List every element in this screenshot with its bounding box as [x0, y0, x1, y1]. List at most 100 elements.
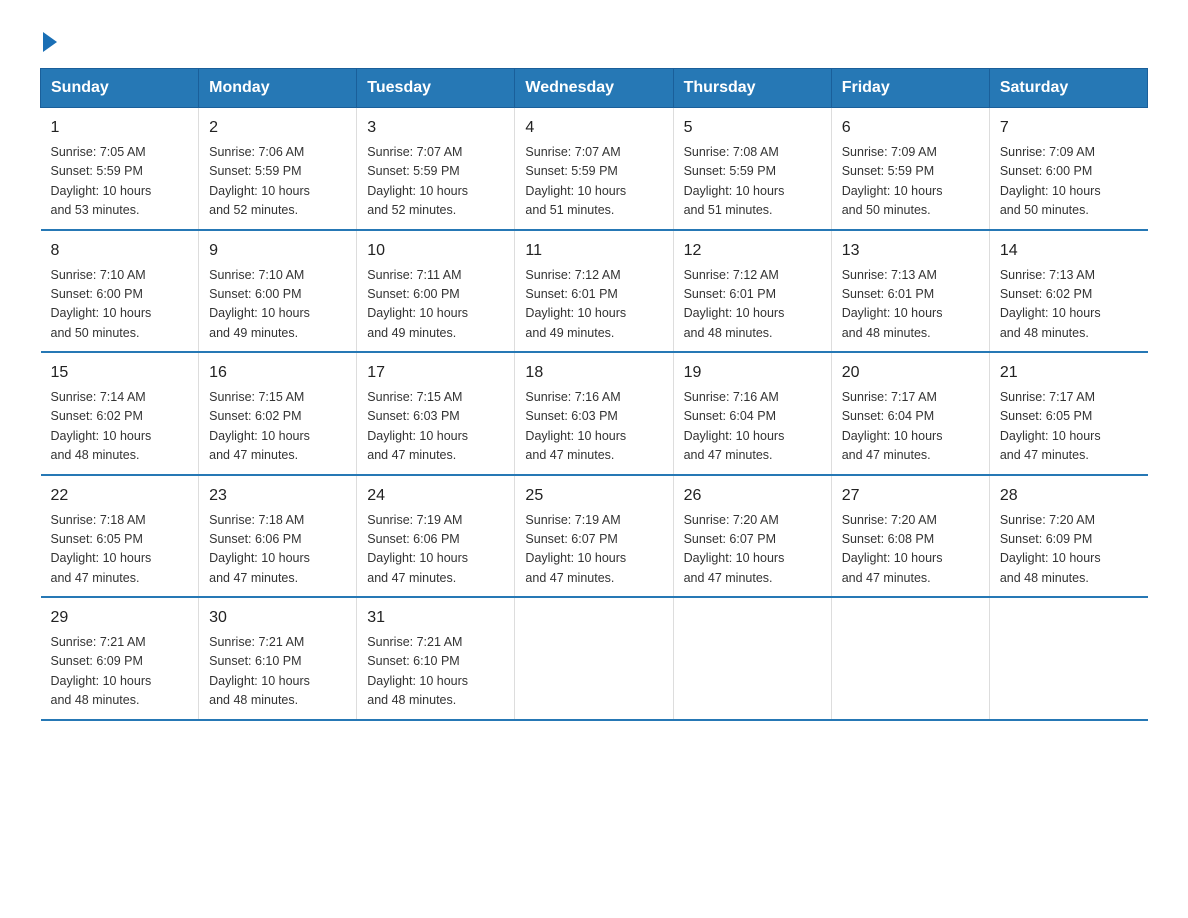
- day-info: Sunrise: 7:08 AM Sunset: 5:59 PM Dayligh…: [684, 143, 821, 221]
- logo: [40, 30, 57, 48]
- day-number: 21: [1000, 361, 1138, 385]
- calendar-cell: 15 Sunrise: 7:14 AM Sunset: 6:02 PM Dayli…: [41, 352, 199, 475]
- day-info: Sunrise: 7:17 AM Sunset: 6:05 PM Dayligh…: [1000, 388, 1138, 466]
- day-number: 13: [842, 239, 979, 263]
- day-number: 7: [1000, 116, 1138, 140]
- calendar-cell: 26 Sunrise: 7:20 AM Sunset: 6:07 PM Dayli…: [673, 475, 831, 598]
- day-number: 24: [367, 484, 504, 508]
- calendar-cell: 2 Sunrise: 7:06 AM Sunset: 5:59 PM Daylig…: [199, 108, 357, 230]
- calendar-cell: 28 Sunrise: 7:20 AM Sunset: 6:09 PM Dayli…: [989, 475, 1147, 598]
- calendar-cell: 23 Sunrise: 7:18 AM Sunset: 6:06 PM Dayli…: [199, 475, 357, 598]
- day-number: 31: [367, 606, 504, 630]
- day-info: Sunrise: 7:16 AM Sunset: 6:03 PM Dayligh…: [525, 388, 662, 466]
- day-info: Sunrise: 7:15 AM Sunset: 6:02 PM Dayligh…: [209, 388, 346, 466]
- day-number: 30: [209, 606, 346, 630]
- day-info: Sunrise: 7:19 AM Sunset: 6:07 PM Dayligh…: [525, 511, 662, 589]
- calendar-cell: 12 Sunrise: 7:12 AM Sunset: 6:01 PM Dayli…: [673, 230, 831, 353]
- day-number: 10: [367, 239, 504, 263]
- day-number: 25: [525, 484, 662, 508]
- calendar-cell: 16 Sunrise: 7:15 AM Sunset: 6:02 PM Dayli…: [199, 352, 357, 475]
- calendar-cell: 6 Sunrise: 7:09 AM Sunset: 5:59 PM Daylig…: [831, 108, 989, 230]
- day-info: Sunrise: 7:18 AM Sunset: 6:06 PM Dayligh…: [209, 511, 346, 589]
- calendar-cell: 27Sunrise: 7:20 AM Sunset: 6:08 PM Dayli…: [831, 475, 989, 598]
- day-info: Sunrise: 7:11 AM Sunset: 6:00 PM Dayligh…: [367, 266, 504, 344]
- calendar-cell: 10 Sunrise: 7:11 AM Sunset: 6:00 PM Dayli…: [357, 230, 515, 353]
- calendar-cell: 19 Sunrise: 7:16 AM Sunset: 6:04 PM Dayli…: [673, 352, 831, 475]
- day-number: 28: [1000, 484, 1138, 508]
- calendar-cell: 22 Sunrise: 7:18 AM Sunset: 6:05 PM Dayli…: [41, 475, 199, 598]
- day-info: Sunrise: 7:10 AM Sunset: 6:00 PM Dayligh…: [209, 266, 346, 344]
- day-info: Sunrise: 7:18 AM Sunset: 6:05 PM Dayligh…: [51, 511, 189, 589]
- day-number: 14: [1000, 239, 1138, 263]
- weekday-header-friday: Friday: [831, 69, 989, 108]
- day-info: Sunrise: 7:21 AM Sunset: 6:10 PM Dayligh…: [367, 633, 504, 711]
- calendar-cell: 24 Sunrise: 7:19 AM Sunset: 6:06 PM Dayli…: [357, 475, 515, 598]
- day-number: 22: [51, 484, 189, 508]
- day-number: 23: [209, 484, 346, 508]
- day-info: Sunrise: 7:12 AM Sunset: 6:01 PM Dayligh…: [684, 266, 821, 344]
- day-info: Sunrise: 7:09 AM Sunset: 6:00 PM Dayligh…: [1000, 143, 1138, 221]
- day-info: Sunrise: 7:13 AM Sunset: 6:01 PM Dayligh…: [842, 266, 979, 344]
- weekday-header-monday: Monday: [199, 69, 357, 108]
- day-info: Sunrise: 7:15 AM Sunset: 6:03 PM Dayligh…: [367, 388, 504, 466]
- day-number: 6: [842, 116, 979, 140]
- calendar-cell: 11Sunrise: 7:12 AM Sunset: 6:01 PM Dayli…: [515, 230, 673, 353]
- day-info: Sunrise: 7:21 AM Sunset: 6:09 PM Dayligh…: [51, 633, 189, 711]
- day-number: 20: [842, 361, 979, 385]
- day-info: Sunrise: 7:07 AM Sunset: 5:59 PM Dayligh…: [367, 143, 504, 221]
- calendar-cell: [515, 597, 673, 720]
- day-number: 8: [51, 239, 189, 263]
- calendar-cell: 13 Sunrise: 7:13 AM Sunset: 6:01 PM Dayli…: [831, 230, 989, 353]
- week-row-5: 29Sunrise: 7:21 AM Sunset: 6:09 PM Dayli…: [41, 597, 1148, 720]
- day-info: Sunrise: 7:05 AM Sunset: 5:59 PM Dayligh…: [51, 143, 189, 221]
- calendar-cell: 17 Sunrise: 7:15 AM Sunset: 6:03 PM Dayli…: [357, 352, 515, 475]
- day-number: 3: [367, 116, 504, 140]
- calendar-cell: 14 Sunrise: 7:13 AM Sunset: 6:02 PM Dayli…: [989, 230, 1147, 353]
- calendar-cell: 25 Sunrise: 7:19 AM Sunset: 6:07 PM Dayli…: [515, 475, 673, 598]
- day-number: 2: [209, 116, 346, 140]
- day-info: Sunrise: 7:13 AM Sunset: 6:02 PM Dayligh…: [1000, 266, 1138, 344]
- day-number: 15: [51, 361, 189, 385]
- weekday-header-thursday: Thursday: [673, 69, 831, 108]
- week-row-1: 1 Sunrise: 7:05 AM Sunset: 5:59 PM Daylig…: [41, 108, 1148, 230]
- week-row-3: 15 Sunrise: 7:14 AM Sunset: 6:02 PM Dayli…: [41, 352, 1148, 475]
- day-number: 17: [367, 361, 504, 385]
- day-number: 12: [684, 239, 821, 263]
- calendar-cell: 9Sunrise: 7:10 AM Sunset: 6:00 PM Daylig…: [199, 230, 357, 353]
- page-header: [40, 30, 1148, 48]
- weekday-header-saturday: Saturday: [989, 69, 1147, 108]
- logo-arrow-icon: [43, 32, 57, 52]
- calendar-table: SundayMondayTuesdayWednesdayThursdayFrid…: [40, 68, 1148, 721]
- day-number: 26: [684, 484, 821, 508]
- weekday-header-wednesday: Wednesday: [515, 69, 673, 108]
- day-info: Sunrise: 7:14 AM Sunset: 6:02 PM Dayligh…: [51, 388, 189, 466]
- calendar-cell: 20 Sunrise: 7:17 AM Sunset: 6:04 PM Dayli…: [831, 352, 989, 475]
- calendar-cell: 21 Sunrise: 7:17 AM Sunset: 6:05 PM Dayli…: [989, 352, 1147, 475]
- week-row-2: 8 Sunrise: 7:10 AM Sunset: 6:00 PM Daylig…: [41, 230, 1148, 353]
- day-info: Sunrise: 7:10 AM Sunset: 6:00 PM Dayligh…: [51, 266, 189, 344]
- calendar-cell: 4Sunrise: 7:07 AM Sunset: 5:59 PM Daylig…: [515, 108, 673, 230]
- calendar-cell: 7 Sunrise: 7:09 AM Sunset: 6:00 PM Daylig…: [989, 108, 1147, 230]
- calendar-cell: 31 Sunrise: 7:21 AM Sunset: 6:10 PM Dayli…: [357, 597, 515, 720]
- calendar-cell: 8 Sunrise: 7:10 AM Sunset: 6:00 PM Daylig…: [41, 230, 199, 353]
- calendar-cell: 18 Sunrise: 7:16 AM Sunset: 6:03 PM Dayli…: [515, 352, 673, 475]
- day-info: Sunrise: 7:09 AM Sunset: 5:59 PM Dayligh…: [842, 143, 979, 221]
- day-info: Sunrise: 7:16 AM Sunset: 6:04 PM Dayligh…: [684, 388, 821, 466]
- day-info: Sunrise: 7:20 AM Sunset: 6:07 PM Dayligh…: [684, 511, 821, 589]
- day-number: 16: [209, 361, 346, 385]
- day-info: Sunrise: 7:20 AM Sunset: 6:09 PM Dayligh…: [1000, 511, 1138, 589]
- calendar-cell: 29Sunrise: 7:21 AM Sunset: 6:09 PM Dayli…: [41, 597, 199, 720]
- day-info: Sunrise: 7:17 AM Sunset: 6:04 PM Dayligh…: [842, 388, 979, 466]
- weekday-header-sunday: Sunday: [41, 69, 199, 108]
- weekday-header-tuesday: Tuesday: [357, 69, 515, 108]
- day-info: Sunrise: 7:19 AM Sunset: 6:06 PM Dayligh…: [367, 511, 504, 589]
- calendar-cell: [673, 597, 831, 720]
- day-number: 1: [51, 116, 189, 140]
- day-number: 18: [525, 361, 662, 385]
- day-number: 4: [525, 116, 662, 140]
- day-info: Sunrise: 7:06 AM Sunset: 5:59 PM Dayligh…: [209, 143, 346, 221]
- day-info: Sunrise: 7:12 AM Sunset: 6:01 PM Dayligh…: [525, 266, 662, 344]
- calendar-cell: [989, 597, 1147, 720]
- calendar-cell: [831, 597, 989, 720]
- day-number: 19: [684, 361, 821, 385]
